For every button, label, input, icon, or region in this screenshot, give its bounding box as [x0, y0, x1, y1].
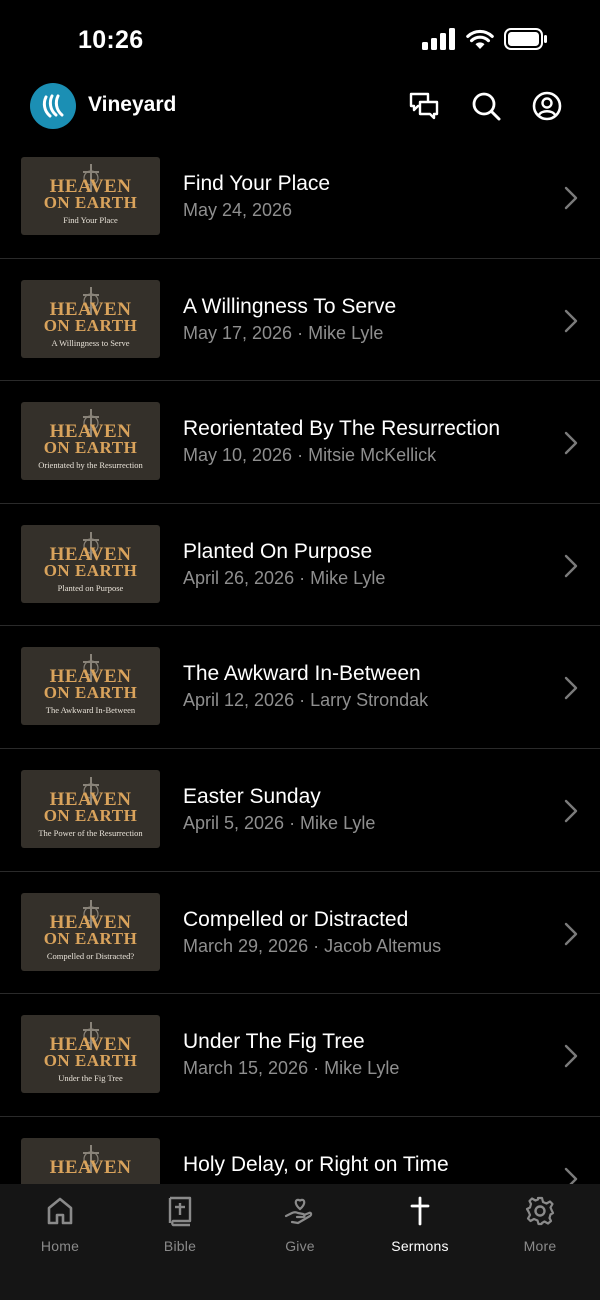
app-name: Vineyard: [88, 93, 177, 116]
tab-bar: Home Bible Give Sermons More: [0, 1184, 600, 1300]
tab-label: Home: [40, 1238, 80, 1254]
sermon-thumbnail: HEAVEN: [21, 1137, 160, 1184]
thumbnail-subtitle: Find Your Place: [63, 215, 118, 225]
chevron-right-icon: [564, 677, 578, 700]
sermon-meta: May 10, 2026 · Mitsie McKellick: [183, 445, 437, 466]
tab-give[interactable]: Give: [240, 1194, 360, 1254]
thumbnail-subtitle: The Power of the Resurrection: [38, 827, 143, 838]
vineyard-logo-icon[interactable]: [30, 83, 76, 129]
thumbnail-title-line2: ON EARTH: [43, 315, 138, 335]
profile-icon[interactable]: [530, 89, 564, 123]
sermon-thumbnail: HEAVEN ON EARTH Planted on Purpose: [21, 524, 160, 603]
sermon-meta: April 12, 2026 · Larry Strondak: [183, 690, 429, 711]
thumbnail-title-line2: ON EARTH: [43, 928, 138, 948]
sermon-row[interactable]: HEAVEN ON EARTH The Awkward In-Between The …: [0, 626, 600, 749]
chevron-right-icon: [564, 309, 578, 332]
thumbnail-title: HEAVEN ON EARTH: [21, 790, 160, 825]
status-icons: [422, 28, 548, 50]
thumbnail-title: HEAVEN ON EARTH: [21, 1035, 160, 1071]
bible-icon: [167, 1194, 193, 1228]
thumbnail-subtitle: Under the Fig Tree: [58, 1073, 123, 1084]
signal-icon: [422, 28, 455, 50]
chevron-right-icon: [564, 1044, 578, 1068]
thumbnail-title-line2: ON EARTH: [43, 805, 138, 825]
thumbnail-title: HEAVEN ON EARTH: [21, 545, 160, 580]
chevron-right-icon: [564, 799, 578, 823]
gear-icon: [525, 1194, 555, 1228]
give-icon: [284, 1194, 316, 1228]
thumbnail-subtitle: Planted on Purpose: [57, 582, 124, 593]
sermon-row[interactable]: HEAVEN ON EARTH Orientated by the Resurrec…: [0, 381, 600, 504]
sermon-list: HEAVEN ON EARTH Find Your Place Find Your P…: [0, 136, 600, 1184]
tab-label: Bible: [163, 1238, 197, 1254]
chevron-right-icon: [564, 186, 578, 210]
thumbnail-title-line1: HEAVEN: [49, 1156, 132, 1178]
tab-label: Give: [285, 1238, 315, 1254]
thumbnail-title: HEAVEN ON EARTH: [21, 422, 160, 458]
sermon-thumbnail: HEAVEN ON EARTH Orientated by the Resurrec…: [21, 402, 160, 481]
chevron-right-icon: [564, 922, 578, 945]
sermon-thumbnail: HEAVEN ON EARTH The Awkward In-Between: [21, 647, 160, 726]
thumbnail-subtitle: Compelled or Distracted?: [46, 950, 135, 961]
chevron-right-icon: [564, 1167, 578, 1184]
thumbnail-subtitle: Orientated by the Resurrection: [38, 460, 143, 471]
sermon-title: The Awkward In-Between: [183, 662, 421, 686]
sermon-title: Compelled or Distracted: [183, 907, 409, 931]
sermon-row[interactable]: HEAVEN ON EARTH Find Your Place Find Your P…: [0, 136, 600, 259]
search-icon[interactable]: [469, 89, 503, 123]
sermon-meta: May 24, 2026: [183, 200, 293, 220]
messages-icon[interactable]: [407, 89, 441, 123]
sermon-title: Planted On Purpose: [183, 539, 373, 563]
thumbnail-title: HEAVEN ON EARTH: [21, 667, 160, 703]
sermon-title: Find Your Place: [183, 172, 331, 195]
thumbnail-title: HEAVEN ON EARTH: [21, 300, 160, 335]
sermon-row[interactable]: HEAVEN Holy Delay, or Right on Time: [0, 1117, 600, 1184]
home-icon: [46, 1194, 74, 1228]
chevron-right-icon: [564, 431, 578, 455]
tab-home[interactable]: Home: [0, 1194, 120, 1254]
battery-icon: [504, 28, 547, 50]
sermon-thumbnail: HEAVEN ON EARTH Under the Fig Tree: [21, 1015, 160, 1094]
sermon-thumbnail: HEAVEN ON EARTH Compelled or Distracted?: [21, 892, 160, 971]
thumbnail-subtitle: A Willingness to Serve: [51, 337, 130, 348]
thumbnail-title-line2: ON EARTH: [43, 560, 138, 580]
sermon-title: A Willingness To Serve: [183, 294, 397, 318]
thumbnail-title-line2: ON EARTH: [43, 193, 138, 212]
tab-more[interactable]: More: [480, 1194, 600, 1254]
sermon-title: Under The Fig Tree: [183, 1030, 365, 1054]
tab-sermons[interactable]: Sermons: [360, 1194, 480, 1254]
sermon-meta: March 15, 2026 · Mike Lyle: [183, 1058, 400, 1079]
tab-label: More: [523, 1238, 557, 1254]
wifi-icon: [466, 29, 494, 49]
thumbnail-title-line2: ON EARTH: [43, 1051, 138, 1071]
thumbnail-title: HEAVEN: [21, 1156, 160, 1178]
thumbnail-title-line2: ON EARTH: [43, 683, 138, 703]
sermon-thumbnail: HEAVEN ON EARTH The Power of the Resurrect…: [21, 769, 160, 848]
sermon-row[interactable]: HEAVEN ON EARTH Under the Fig Tree Under Th…: [0, 994, 600, 1117]
thumbnail-subtitle: The Awkward In-Between: [45, 705, 136, 716]
thumbnail-title: HEAVEN ON EARTH: [21, 913, 160, 948]
tab-label: Sermons: [391, 1238, 449, 1254]
sermon-row[interactable]: HEAVEN ON EARTH A Willingness to Serve A Wi…: [0, 259, 600, 382]
sermon-row[interactable]: HEAVEN ON EARTH The Power of the Resurrect…: [0, 749, 600, 872]
sermon-row[interactable]: HEAVEN ON EARTH Planted on Purpose Planted …: [0, 504, 600, 627]
thumbnail-title-line2: ON EARTH: [43, 438, 138, 458]
sermon-meta: April 5, 2026 · Mike Lyle: [183, 812, 376, 833]
tab-bible[interactable]: Bible: [120, 1194, 240, 1254]
sermon-meta: May 17, 2026 · Mike Lyle: [183, 322, 384, 343]
sermon-title: Easter Sunday: [183, 784, 321, 808]
sermon-title: Reorientated By The Resurrection: [183, 417, 501, 441]
chevron-right-icon: [564, 554, 578, 577]
thumbnail-title: HEAVEN ON EARTH: [21, 177, 160, 212]
sermon-row[interactable]: HEAVEN ON EARTH Compelled or Distracted? Co…: [0, 872, 600, 995]
sermon-thumbnail: HEAVEN ON EARTH Find Your Place: [21, 157, 160, 235]
cross-icon: [409, 1194, 431, 1228]
status-time: 10:26: [78, 26, 144, 54]
status-bar: 10:26: [0, 0, 600, 80]
sermon-meta: April 26, 2026 · Mike Lyle: [183, 567, 386, 588]
sermon-meta: March 29, 2026 · Jacob Altemus: [183, 935, 442, 956]
sermon-thumbnail: HEAVEN ON EARTH A Willingness to Serve: [21, 279, 160, 358]
sermon-title: Holy Delay, or Right on Time: [183, 1152, 449, 1176]
